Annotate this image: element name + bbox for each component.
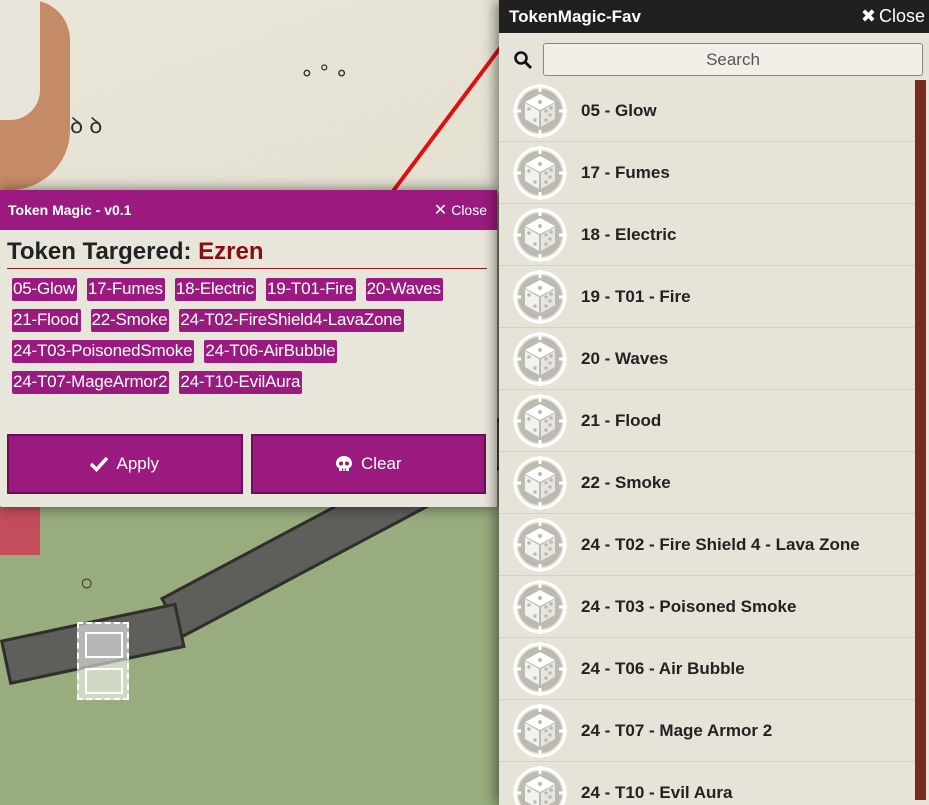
- scrollbar[interactable]: [915, 80, 926, 800]
- map-doodle: ꝺ ꝺ: [70, 113, 103, 138]
- token-target-heading: Token Targered: Ezren: [7, 238, 487, 269]
- list-item[interactable]: 24 - T07 - Mage Armor 2: [499, 700, 915, 762]
- list-item-label: 22 - Smoke: [581, 472, 671, 492]
- token-target-label: Token Targered:: [7, 238, 199, 265]
- map-doodle: ∘ ° ∘: [300, 60, 349, 85]
- effect-tag[interactable]: 24-T03-PoisonedSmoke: [12, 340, 195, 363]
- list-item[interactable]: 19 - T01 - Fire: [499, 266, 915, 328]
- list-item-label: 05 - Glow: [581, 100, 657, 120]
- effect-tag[interactable]: 24-T02-FireShield4-LavaZone: [179, 309, 404, 332]
- map-doodle: ○: [80, 570, 94, 595]
- effect-tag[interactable]: 24-T10-EvilAura: [179, 371, 303, 394]
- dice-crosshair-icon: [513, 146, 567, 200]
- list-item-label: 24 - T03 - Poisoned Smoke: [581, 596, 797, 616]
- effect-tag[interactable]: 24-T06-AirBubble: [204, 340, 338, 363]
- list-item-label: 18 - Electric: [581, 224, 677, 244]
- list-item-label: 17 - Fumes: [581, 162, 670, 182]
- search-icon: [514, 50, 533, 69]
- dice-crosshair-icon: [513, 580, 567, 634]
- list-item-label: 24 - T10 - Evil Aura: [581, 782, 733, 802]
- list-item[interactable]: 24 - T06 - Air Bubble: [499, 638, 915, 700]
- list-item-label: 19 - T01 - Fire: [581, 286, 691, 306]
- dice-crosshair-icon: [513, 332, 567, 386]
- effect-tag[interactable]: 18-Electric: [174, 278, 256, 301]
- list-item-label: 21 - Flood: [581, 410, 662, 430]
- search-input[interactable]: [543, 43, 923, 76]
- token-magic-close-button[interactable]: ✕ Close: [434, 200, 487, 220]
- fav-title: TokenMagic-Fav: [509, 6, 641, 26]
- list-item[interactable]: 18 - Electric: [499, 204, 915, 266]
- effect-tag[interactable]: 20-Waves: [365, 278, 443, 301]
- token-magic-dialog: Token Magic - v0.1 ✕ Close Token Targere…: [0, 190, 497, 507]
- check-icon: [90, 456, 109, 472]
- map-rock-edge: [0, 0, 40, 120]
- list-item-label: 24 - T06 - Air Bubble: [581, 658, 745, 678]
- list-item[interactable]: 05 - Glow: [499, 80, 915, 142]
- effect-tag[interactable]: 05-Glow: [12, 278, 77, 301]
- token-magic-title: Token Magic - v0.1: [8, 202, 132, 218]
- dice-crosshair-icon: [513, 766, 567, 805]
- list-item-label: 24 - T02 - Fire Shield 4 - Lava Zone: [581, 534, 860, 554]
- effect-tag-list: 05-Glow 17-Fumes 18-Electric 19-T01-Fire…: [7, 269, 487, 394]
- dice-crosshair-icon: [513, 642, 567, 696]
- list-item-label: 20 - Waves: [581, 348, 669, 368]
- dice-crosshair-icon: [513, 394, 567, 448]
- token-target-name: Ezren: [198, 238, 264, 265]
- list-item[interactable]: 22 - Smoke: [499, 452, 915, 514]
- map-token[interactable]: [77, 622, 129, 700]
- fav-panel: TokenMagic-Fav ✖ Close 05 - Glow 17 - Fu…: [499, 0, 929, 805]
- list-item[interactable]: 17 - Fumes: [499, 142, 915, 204]
- effect-tag[interactable]: 22-Smoke: [90, 309, 170, 332]
- close-icon: ✕: [433, 202, 448, 219]
- token-magic-header[interactable]: Token Magic - v0.1 ✕ Close: [0, 190, 497, 230]
- clear-button[interactable]: Clear: [250, 434, 486, 494]
- clear-label: Clear: [360, 454, 402, 473]
- list-item-label: 24 - T07 - Mage Armor 2: [581, 720, 773, 740]
- fav-close-button[interactable]: ✖ Close: [861, 6, 925, 27]
- apply-label: Apply: [116, 454, 160, 473]
- dice-crosshair-icon: [513, 456, 567, 510]
- dice-crosshair-icon: [513, 704, 567, 758]
- close-label: Close: [878, 6, 925, 26]
- dice-crosshair-icon: [513, 84, 567, 138]
- list-item[interactable]: 24 - T03 - Poisoned Smoke: [499, 576, 915, 638]
- fav-header[interactable]: TokenMagic-Fav ✖ Close: [499, 0, 929, 33]
- token-cell: [85, 668, 123, 694]
- list-item[interactable]: 20 - Waves: [499, 328, 915, 390]
- token-cell: [85, 632, 123, 658]
- apply-button[interactable]: Apply: [7, 434, 243, 494]
- map-wall: [0, 505, 40, 555]
- dice-crosshair-icon: [513, 518, 567, 572]
- effect-tag[interactable]: 19-T01-Fire: [265, 278, 356, 301]
- dice-crosshair-icon: [513, 270, 567, 324]
- list-item[interactable]: 24 - T02 - Fire Shield 4 - Lava Zone: [499, 514, 915, 576]
- skull-icon: [335, 456, 352, 471]
- fav-list: 05 - Glow 17 - Fumes 18 - Electric 19 - …: [499, 80, 915, 805]
- close-icon: ✖: [860, 6, 876, 26]
- effect-tag[interactable]: 24-T07-MageArmor2: [12, 371, 170, 394]
- effect-tag[interactable]: 17-Fumes: [86, 278, 165, 301]
- list-item[interactable]: 21 - Flood: [499, 390, 915, 452]
- dice-crosshair-icon: [513, 208, 567, 262]
- effect-tag[interactable]: 21-Flood: [12, 309, 81, 332]
- close-label: Close: [451, 202, 487, 218]
- list-item[interactable]: 24 - T10 - Evil Aura: [499, 762, 915, 805]
